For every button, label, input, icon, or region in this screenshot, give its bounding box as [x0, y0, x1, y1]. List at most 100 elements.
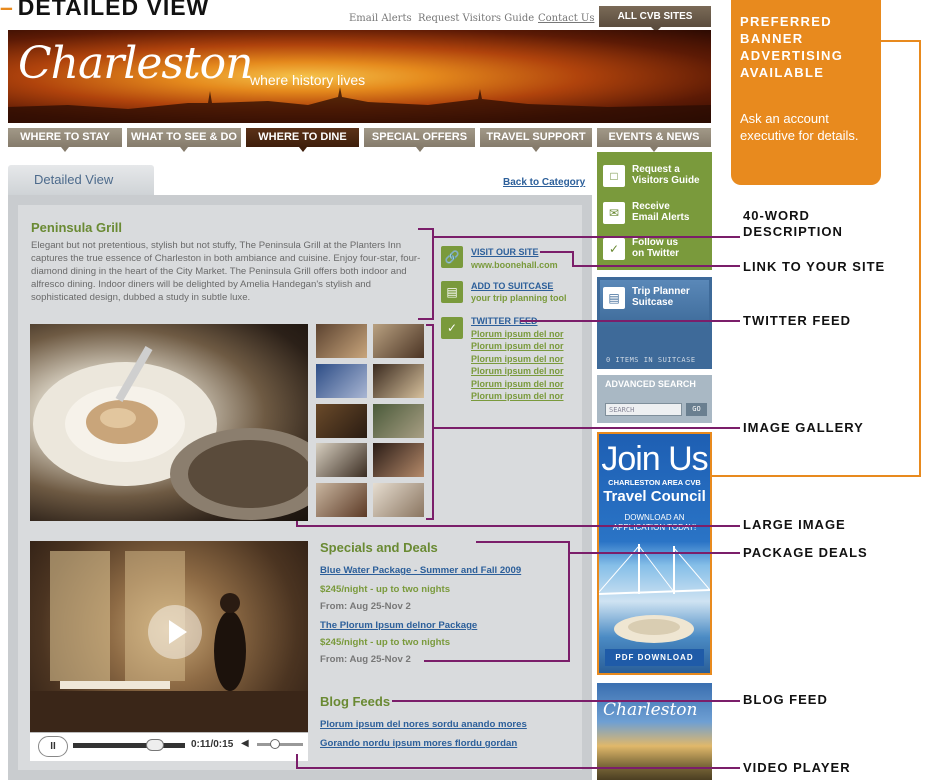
brand-tagline: where history lives — [250, 72, 366, 88]
connector-line — [520, 320, 740, 322]
tweet-item[interactable]: Plorum ipsum del nor — [471, 354, 564, 364]
gallery-thumbnail[interactable] — [316, 364, 367, 398]
tweet-item[interactable]: Plorum ipsum del nor — [471, 379, 564, 389]
volume-slider[interactable] — [257, 743, 303, 746]
callout-video: VIDEO PLAYER — [743, 760, 851, 775]
request-guide-button[interactable]: □ Request a Visitors Guide — [603, 161, 709, 191]
promo-connector — [919, 40, 921, 477]
nav-where-to-stay[interactable]: WHERE TO STAY — [8, 128, 122, 152]
follow-twitter-label: Follow us on Twitter — [632, 237, 680, 259]
callout-twitter: TWITTER FEED — [743, 313, 852, 328]
back-to-category-link[interactable]: Back to Category — [503, 177, 585, 188]
visit-our-site-link[interactable]: VISIT OUR SITE — [471, 247, 539, 257]
connector-line — [296, 525, 740, 527]
request-guide-label: Request a Visitors Guide — [632, 164, 700, 186]
deal-price: $245/night - up to two nights — [320, 637, 451, 648]
restaurant-title: Peninsula Grill — [31, 220, 123, 235]
deal-price: $245/night - up to two nights — [320, 584, 451, 595]
title-dash: – — [0, 0, 14, 20]
suitcase-subtitle: your trip planning tool — [471, 293, 567, 303]
nav-where-to-dine[interactable]: WHERE TO DINE — [246, 128, 359, 152]
nav-travel-support[interactable]: TRAVEL SUPPORT — [480, 128, 592, 152]
video-scrubber[interactable] — [73, 743, 185, 748]
connector-line — [572, 265, 740, 267]
gallery-thumbnail[interactable] — [373, 404, 424, 438]
request-visitors-guide-link[interactable]: Request Visitors Guide — [418, 13, 534, 24]
nav-what-to-see-do[interactable]: WHAT TO SEE & DO — [127, 128, 241, 152]
connector-line — [432, 228, 434, 320]
blog-title: Blog Feeds — [320, 694, 391, 709]
scrubber-handle[interactable] — [145, 739, 164, 751]
connector-line — [418, 318, 434, 320]
connector-line — [296, 767, 740, 769]
advanced-search-title[interactable]: ADVANCED SEARCH — [605, 379, 696, 389]
search-input[interactable]: SEARCH — [605, 403, 682, 416]
blog-post-link[interactable]: Gorando nordu ipsum mores flordu gordan — [320, 738, 517, 749]
tab-detailed-view[interactable]: Detailed View — [8, 165, 154, 195]
callout-package-deals: PACKAGE DEALS — [743, 545, 868, 560]
specials-title: Specials and Deals — [320, 540, 438, 555]
gallery-thumbnail[interactable] — [316, 324, 367, 358]
twitter-bird-icon[interactable]: ✓ — [441, 317, 463, 339]
page-title: – DETAILED VIEW — [0, 0, 209, 21]
tweet-item[interactable]: Plorum ipsum del nor — [471, 366, 564, 376]
connector-line — [434, 427, 740, 429]
email-alerts-link[interactable]: Email Alerts — [349, 13, 412, 24]
link-icon[interactable]: 🔗 — [441, 246, 463, 268]
page-title-text: DETAILED VIEW — [17, 0, 210, 20]
trip-planner-button[interactable]: ▤ Trip Planner Suitcase — [603, 283, 709, 313]
restaurant-description: Elegant but not pretentious, stylish but… — [31, 240, 421, 303]
large-image[interactable] — [30, 324, 308, 521]
promo-connector — [881, 40, 921, 42]
trip-planner-label: Trip Planner Suitcase — [632, 286, 690, 308]
suitcase-count: 0 ITEMS IN SUITCASE — [606, 356, 696, 364]
connector-line — [570, 552, 740, 554]
guide-book-icon: □ — [603, 165, 625, 187]
charleston-ad-logo: Charleston — [603, 700, 698, 720]
tweet-item[interactable]: Plorum ipsum del nor — [471, 341, 564, 351]
tweet-item[interactable]: Plorum ipsum del nor — [471, 329, 564, 339]
tweet-item[interactable]: Plorum ipsum del nor — [471, 391, 564, 401]
deal-link[interactable]: Blue Water Package - Summer and Fall 200… — [320, 565, 521, 576]
add-to-suitcase-link[interactable]: ADD TO SUITCASE — [471, 281, 553, 291]
connector-line — [432, 324, 434, 520]
site-url: www.boonehall.com — [471, 260, 558, 270]
pdf-download-button[interactable]: PDF DOWNLOAD — [605, 649, 704, 666]
contact-us-link[interactable]: Contact Us — [538, 13, 594, 24]
deal-link[interactable]: The Plorum Ipsum delnor Package — [320, 620, 477, 631]
pause-button[interactable]: II — [38, 736, 68, 757]
all-cvb-sites-button[interactable]: ALL CVB SITES — [599, 6, 711, 32]
volume-icon[interactable]: ◀ — [241, 738, 249, 749]
video-time: 0:11/0:15 — [191, 739, 234, 750]
connector-line — [568, 541, 570, 662]
blog-post-link[interactable]: Plorum ipsum del nores sordu anando more… — [320, 719, 527, 730]
gallery-thumbnail[interactable] — [316, 404, 367, 438]
callout-large-image: LARGE IMAGE — [743, 517, 846, 532]
gallery-thumbnail[interactable] — [316, 443, 367, 477]
nav-events-news[interactable]: EVENTS & NEWS — [597, 128, 711, 152]
email-alerts-label: Receive Email Alerts — [632, 201, 690, 223]
gallery-thumbnail[interactable] — [316, 483, 367, 517]
callout-blog: BLOG FEED — [743, 692, 828, 707]
connector-line — [392, 700, 740, 702]
gallery-thumbnail[interactable] — [373, 324, 424, 358]
twitter-bird-icon: ✓ — [603, 238, 625, 260]
connector-line — [426, 518, 434, 520]
gallery-thumbnail[interactable] — [373, 364, 424, 398]
play-button[interactable] — [148, 605, 202, 659]
deal-dates: From: Aug 25-Nov 2 — [320, 601, 411, 612]
brand-logo: Charleston — [18, 38, 253, 89]
suitcase-icon[interactable]: ▤ — [441, 281, 463, 303]
volume-handle[interactable] — [270, 739, 280, 749]
connector-line — [434, 236, 740, 238]
gallery-thumbnail[interactable] — [373, 443, 424, 477]
gallery-thumbnail[interactable] — [373, 483, 424, 517]
search-go-button[interactable]: GO — [686, 403, 707, 416]
promo-connector — [712, 475, 921, 477]
charleston-ad[interactable] — [597, 683, 712, 780]
follow-twitter-button[interactable]: ✓ Follow us on Twitter — [603, 234, 709, 264]
download-application-text: DOWNLOAD AN APPLICATION TODAY! — [612, 513, 697, 532]
email-alerts-button[interactable]: ✉ Receive Email Alerts — [603, 198, 709, 228]
connector-line — [540, 251, 574, 253]
nav-special-offers[interactable]: SPECIAL OFFERS — [364, 128, 475, 152]
